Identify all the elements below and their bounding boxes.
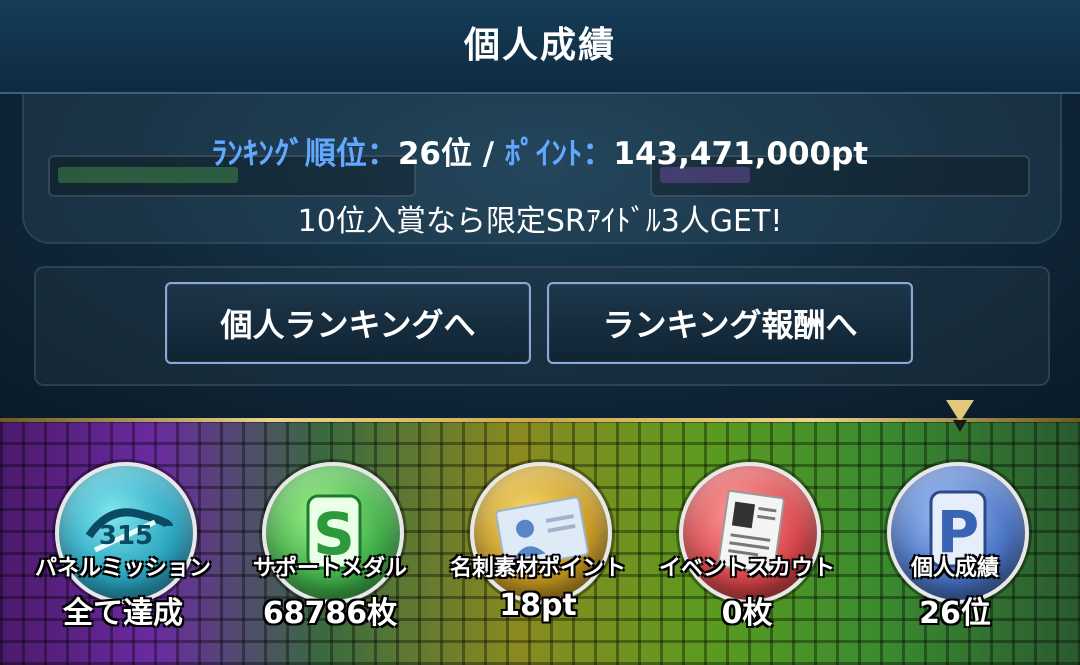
rank-separator: /	[472, 136, 505, 172]
prize-notice: 10位入賞なら限定SRｱｲﾄﾞﾙ3人GET!	[297, 204, 783, 239]
svg-text:315: 315	[99, 521, 153, 551]
tab-support-medal[interactable]: S サポートメダル 68786枚	[225, 462, 435, 652]
tab-value: 68786枚	[262, 596, 398, 631]
active-tab-marker-icon	[946, 400, 974, 422]
tab-value: 0枚	[721, 596, 773, 631]
support-medal-icon: S	[262, 462, 404, 604]
tab-personal-results[interactable]: P 個人成績 26位	[850, 462, 1060, 652]
tab-event-scout[interactable]: イベントスカウト 0枚	[642, 462, 852, 652]
tab-value: 26位	[919, 596, 991, 631]
tab-panel-mission[interactable]: 315 パネルミッション 全て達成	[18, 462, 228, 652]
rank-value: 26位	[397, 136, 472, 172]
business-card-icon	[470, 462, 612, 604]
tab-bar-divider	[0, 418, 1080, 422]
points-label: ﾎﾟｲﾝﾄ：	[504, 136, 614, 172]
tab-label: 個人成績	[910, 556, 999, 581]
tab-value: 18pt	[499, 588, 577, 623]
personal-results-icon: P	[887, 462, 1029, 604]
rank-label: ﾗﾝｷﾝｸﾞ順位：	[211, 136, 398, 172]
event-scout-icon	[679, 462, 821, 604]
tab-value: 全て達成	[63, 596, 183, 631]
dialog-title: 個人成績	[463, 25, 616, 66]
ranking-rewards-button[interactable]: ランキング報酬へ	[547, 282, 913, 364]
tab-label: パネルミッション	[34, 556, 211, 581]
tab-business-card-points[interactable]: 名刺素材ポイント 18pt	[433, 462, 643, 652]
rank-summary: ﾗﾝｷﾝｸﾞ順位：26位 / ﾎﾟｲﾝﾄ：143,471,000pt	[0, 128, 1080, 173]
personal-ranking-button[interactable]: 個人ランキングへ	[165, 282, 531, 364]
panel-mission-medal-icon: 315	[55, 462, 197, 604]
dialog-title-bar: 個人成績	[0, 0, 1080, 94]
tab-label: イベントスカウト	[658, 556, 835, 581]
points-value: 143,471,000pt	[613, 136, 869, 172]
tab-label: 名刺素材ポイント	[449, 556, 626, 581]
tab-label: サポートメダル	[252, 556, 407, 581]
